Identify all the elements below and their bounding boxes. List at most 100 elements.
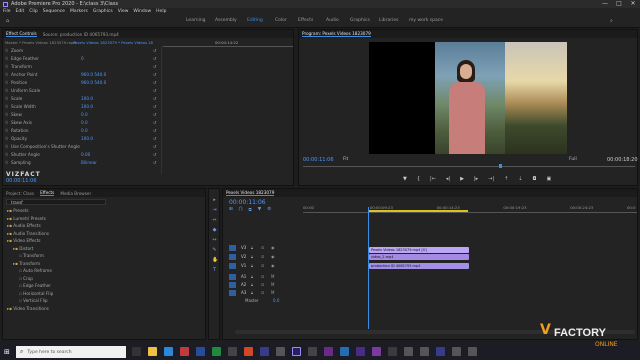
timeline-clip[interactable]: video_2.mp4 xyxy=(369,254,469,260)
reset-icon[interactable]: ↺ xyxy=(153,136,157,142)
menu-window[interactable]: Window xyxy=(133,9,151,14)
effects-tree-item[interactable]: ▸▪ Video Effects xyxy=(7,238,41,244)
reset-icon[interactable]: ↺ xyxy=(153,128,157,134)
reset-icon[interactable]: ↺ xyxy=(153,104,157,110)
stopwatch-icon[interactable]: ⏱ xyxy=(5,80,8,85)
effects-tree-item[interactable]: ▫ Vertical Flip xyxy=(19,298,48,304)
stopwatch-icon[interactable]: ⏱ xyxy=(5,128,8,133)
ws-assembly[interactable]: Assembly xyxy=(215,18,237,23)
program-playhead[interactable] xyxy=(499,164,502,168)
app-icon-7[interactable] xyxy=(308,347,317,356)
compare-icon[interactable]: ▣ xyxy=(546,176,551,182)
app-icon-4[interactable] xyxy=(228,347,237,356)
reset-icon[interactable]: ↺ xyxy=(153,56,157,62)
reset-icon[interactable]: ↺ xyxy=(153,96,157,102)
reset-icon[interactable]: ↺ xyxy=(153,80,157,86)
effects-tree-item[interactable]: ▫ Crop xyxy=(19,276,33,282)
app-icon-8[interactable] xyxy=(324,347,333,356)
ec-row-value[interactable]: 100.0 xyxy=(81,96,93,102)
premiere-taskbar-icon[interactable] xyxy=(292,347,301,356)
app-icon-12[interactable] xyxy=(388,347,397,356)
effects-tree-item[interactable]: ▫ Transform xyxy=(19,253,44,259)
lock-icon[interactable]: 🔒︎ xyxy=(251,245,253,250)
ws-editing[interactable]: Editing xyxy=(247,18,263,23)
app-icon-17[interactable] xyxy=(468,347,477,356)
timeline-clip[interactable]: Pexels Videos 1823079.mp4 [V] xyxy=(369,247,469,253)
sync-lock-icon[interactable]: ⊡ xyxy=(261,245,264,250)
task-view-icon[interactable] xyxy=(132,347,141,356)
track-select-tool-icon[interactable]: ⇥ xyxy=(212,208,217,213)
sync-lock-icon[interactable]: ⊡ xyxy=(261,282,264,287)
master-volume[interactable]: 0.0 xyxy=(273,298,279,303)
stopwatch-icon[interactable]: ⏱ xyxy=(5,160,8,165)
mute-icon[interactable]: M xyxy=(271,290,274,295)
close-button[interactable]: ✕ xyxy=(626,0,640,8)
mute-icon[interactable]: M xyxy=(271,274,274,279)
tab-sequence[interactable]: Pexels Videos 1823079 xyxy=(226,190,275,196)
ec-row-value[interactable]: 960.0 540.0 xyxy=(81,80,106,86)
play-icon[interactable]: ▶ xyxy=(460,176,464,182)
effects-search-input[interactable]: transf xyxy=(6,199,106,205)
source-patch[interactable] xyxy=(229,245,236,251)
stopwatch-icon[interactable]: ⏱ xyxy=(5,64,8,69)
timeline-clip[interactable]: production ID 4065793.mp4 xyxy=(369,263,469,269)
effects-tree-item[interactable]: ▸▪ Video Transitions xyxy=(7,306,49,312)
lock-icon[interactable]: 🔒︎ xyxy=(251,274,253,279)
reset-icon[interactable]: ↺ xyxy=(153,72,157,78)
source-patch[interactable] xyxy=(229,274,236,280)
effects-tree-item[interactable]: ▸▪ Transform xyxy=(13,261,40,267)
effects-tree-item[interactable]: ▸▪ Audio Effects xyxy=(7,223,41,229)
lock-icon[interactable]: 🔒︎ xyxy=(251,263,253,268)
lock-icon[interactable]: 🔒︎ xyxy=(251,254,253,259)
step-back-icon[interactable]: ◂| xyxy=(446,176,450,182)
go-to-in-icon[interactable]: |← xyxy=(430,176,436,182)
tab-media-browser[interactable]: Media Browser xyxy=(60,191,91,196)
track-label[interactable]: A1 xyxy=(241,274,246,279)
track-label[interactable]: V2 xyxy=(241,254,246,259)
ec-row-value[interactable]: 100.0 xyxy=(81,104,93,110)
stopwatch-icon[interactable]: ⏱ xyxy=(5,152,8,157)
ws-audio[interactable]: Audio xyxy=(326,18,339,23)
ec-row-value[interactable]: 0.0 xyxy=(81,112,88,118)
stopwatch-icon[interactable]: ⏱ xyxy=(5,144,8,149)
source-patch[interactable] xyxy=(229,282,236,288)
zoom-fit-select[interactable]: Fit xyxy=(343,157,348,162)
ec-row-value[interactable]: 100.0 xyxy=(81,136,93,142)
lock-icon[interactable]: 🔒︎ xyxy=(251,282,253,287)
snap-icon[interactable]: ⋂ xyxy=(239,207,243,213)
app-icon-14[interactable] xyxy=(420,347,429,356)
linked-icon[interactable]: ⧉ xyxy=(248,207,251,213)
stopwatch-icon[interactable]: ⏱ xyxy=(5,72,8,77)
source-patch[interactable] xyxy=(229,290,236,296)
effects-tree-item[interactable]: ▸▪ Audio Transitions xyxy=(7,231,49,237)
file-explorer-icon[interactable] xyxy=(148,347,157,356)
menu-edit[interactable]: Edit xyxy=(16,9,25,14)
sync-lock-icon[interactable]: ⊡ xyxy=(261,290,264,295)
eye-icon[interactable]: ◉ xyxy=(271,254,275,259)
app-icon-11[interactable] xyxy=(372,347,381,356)
ws-learning[interactable]: Learning xyxy=(186,18,206,23)
ws-effects[interactable]: Effects xyxy=(298,18,313,23)
ws-libraries[interactable]: Libraries xyxy=(379,18,398,23)
effects-tree-item[interactable]: ▫ Edge Feather xyxy=(19,283,51,289)
program-timecode[interactable]: 00:00:11:06 xyxy=(303,157,334,163)
menu-view[interactable]: View xyxy=(118,9,129,14)
go-to-out-icon[interactable]: →| xyxy=(488,176,494,182)
effects-tree-item[interactable]: ▫ Auto Reframe xyxy=(19,268,52,274)
mark-out-icon[interactable]: { xyxy=(417,176,420,182)
stopwatch-icon[interactable]: ⏱ xyxy=(5,96,8,101)
tab-effects[interactable]: Effects xyxy=(40,190,55,196)
tab-program[interactable]: Program: Pexels Videos 1823079 xyxy=(302,31,371,37)
mark-in-icon[interactable]: ▼ xyxy=(403,176,407,182)
effects-tree-item[interactable]: ▸▪ Lumetri Presets xyxy=(7,216,46,222)
source-patch[interactable] xyxy=(229,263,236,269)
program-scrub-bar[interactable] xyxy=(303,166,635,167)
ripple-edit-tool-icon[interactable]: ⇔ xyxy=(212,218,217,223)
lock-icon[interactable]: 🔒︎ xyxy=(251,290,253,295)
reset-icon[interactable]: ↺ xyxy=(153,144,157,150)
reset-icon[interactable]: ↺ xyxy=(153,48,157,54)
track-label[interactable]: V1 xyxy=(241,263,246,268)
reset-icon[interactable]: ↺ xyxy=(153,152,157,158)
program-frame[interactable] xyxy=(369,42,567,154)
taskbar-search-box[interactable]: ⌕ Type here to search xyxy=(16,346,126,358)
